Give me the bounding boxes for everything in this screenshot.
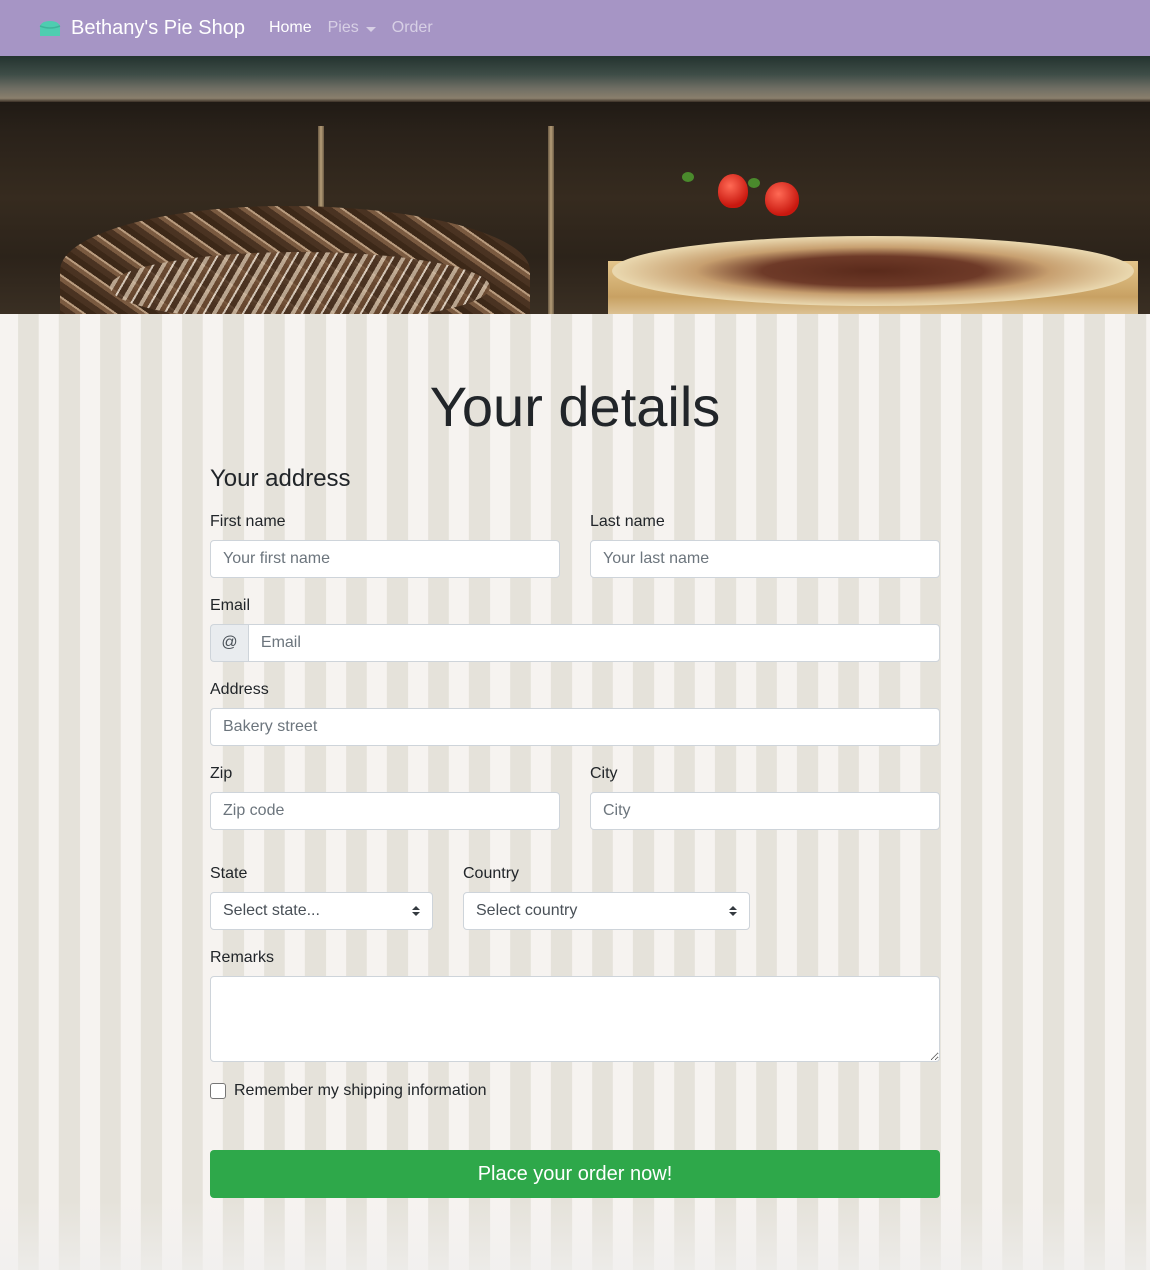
city-group: City (590, 764, 940, 830)
last-name-group: Last name (590, 512, 940, 578)
zip-label: Zip (210, 765, 233, 782)
section-title: Your address (210, 465, 351, 492)
nav-pies-dropdown[interactable]: Pies (328, 19, 376, 37)
remarks-field[interactable] (210, 976, 940, 1062)
remember-shipping-label: Remember my shipping information (234, 1082, 487, 1099)
nav-pies-label: Pies (327, 19, 359, 36)
last-name-field[interactable] (590, 540, 940, 578)
email-group: Email @ (210, 596, 940, 662)
zip-city-row: Zip City (210, 764, 940, 830)
country-select[interactable]: Select country (463, 892, 750, 930)
remarks-group: Remarks (210, 948, 940, 1062)
remarks-label: Remarks (210, 949, 275, 966)
order-form-container: Your details Your address First name Las… (210, 314, 940, 1198)
display-case-glass (0, 56, 1150, 102)
leaf (748, 178, 760, 188)
nav-home[interactable]: Home (269, 19, 312, 37)
select-arrows-icon (412, 906, 420, 916)
place-order-button[interactable]: Place your order now! (210, 1150, 940, 1198)
remember-shipping-checkbox[interactable] (210, 1083, 226, 1099)
state-label: State (210, 865, 248, 882)
leaf (682, 172, 694, 182)
display-case-post (548, 126, 554, 314)
at-sign-addon: @ (210, 624, 248, 662)
country-group: Country Select country (463, 864, 750, 930)
strawberry (718, 174, 748, 208)
pie-icon (39, 21, 61, 36)
chocolate-cake-shavings (110, 252, 490, 314)
page-title: Your details (429, 375, 721, 438)
first-name-label: First name (210, 513, 286, 530)
zip-group: Zip (210, 764, 560, 830)
brand-name: Bethany's Pie Shop (71, 16, 245, 39)
hero-banner-image (0, 56, 1150, 314)
email-field[interactable] (247, 624, 940, 662)
address-label: Address (210, 681, 269, 698)
email-input-group: @ (210, 624, 940, 662)
nav-order[interactable]: Order (392, 19, 433, 37)
state-select-value: Select state... (223, 902, 320, 919)
strawberry (765, 182, 799, 216)
brand-link[interactable]: Bethany's Pie Shop (38, 17, 245, 40)
email-label: Email (210, 597, 251, 614)
country-label: Country (463, 865, 520, 882)
country-select-value: Select country (476, 902, 578, 919)
state-country-row: State Select state... Country Select cou… (210, 864, 940, 930)
address-field[interactable] (210, 708, 940, 746)
name-row: First name Last name (210, 512, 940, 578)
top-navbar: Bethany's Pie Shop Home Pies Order (0, 0, 1150, 56)
mousse-cake-top (612, 236, 1134, 306)
chevron-down-icon (365, 26, 376, 32)
last-name-label: Last name (590, 513, 665, 530)
state-group: State Select state... (210, 864, 433, 930)
bottom-fade (0, 1200, 1150, 1270)
remember-shipping-checkbox-row[interactable]: Remember my shipping information (210, 1082, 940, 1100)
address-group: Address (210, 680, 940, 746)
state-select[interactable]: Select state... (210, 892, 433, 930)
first-name-group: First name (210, 512, 560, 578)
zip-field[interactable] (210, 792, 560, 830)
city-label: City (590, 765, 618, 782)
select-arrows-icon (729, 906, 737, 916)
first-name-field[interactable] (210, 540, 560, 578)
city-field[interactable] (590, 792, 940, 830)
